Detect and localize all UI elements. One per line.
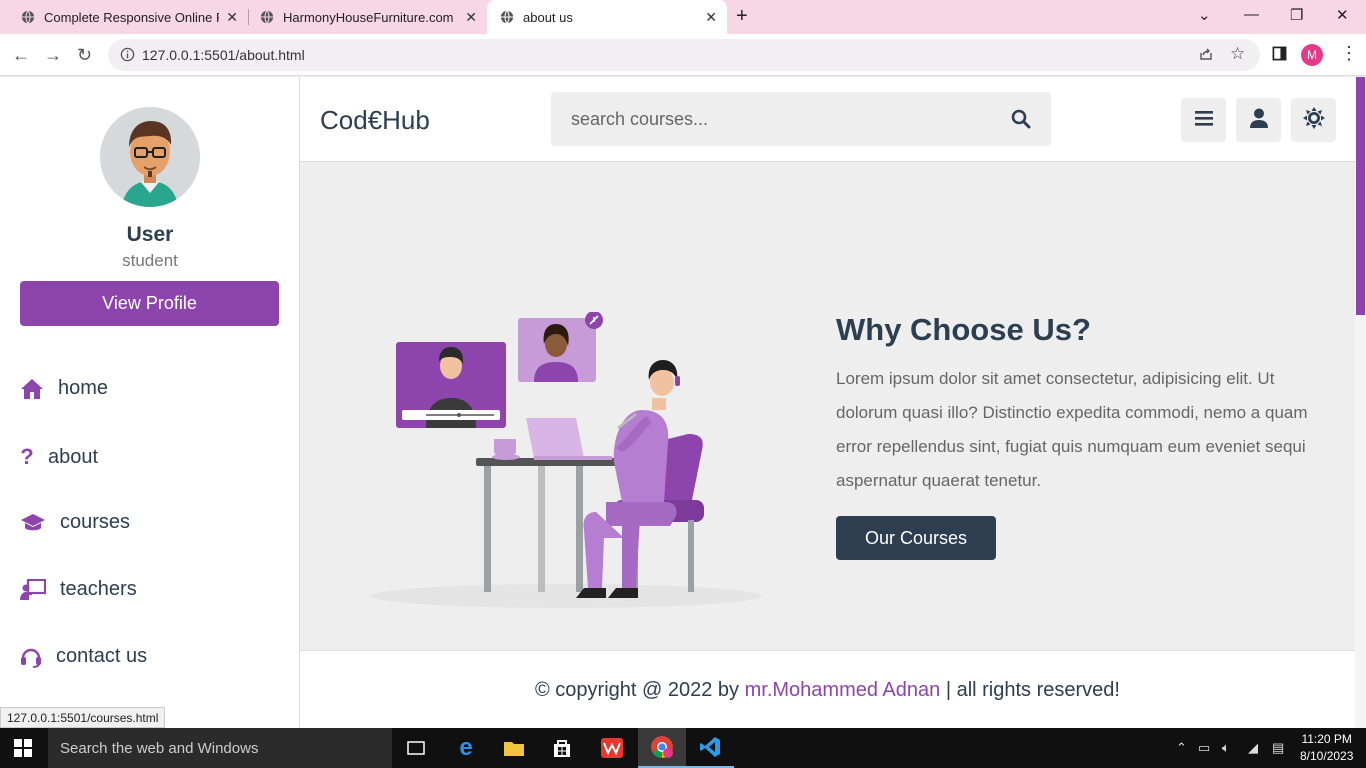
volume-icon[interactable]: 🔈︎ bbox=[1222, 740, 1230, 756]
copyright-prefix: © copyright @ 2022 by bbox=[535, 679, 745, 701]
url-text: 127.0.0.1:5501/about.html bbox=[142, 47, 305, 63]
search-placeholder: search courses... bbox=[571, 109, 709, 129]
store-icon[interactable] bbox=[538, 728, 586, 768]
windows-start-icon[interactable] bbox=[14, 739, 32, 762]
hamburger-icon bbox=[1194, 110, 1213, 131]
side-panel-icon[interactable] bbox=[1272, 46, 1287, 66]
question-icon: ? bbox=[20, 444, 34, 469]
sidebar-item-home[interactable]: home bbox=[20, 377, 108, 400]
chrome-icon[interactable] bbox=[638, 728, 686, 768]
taskbar-search-placeholder: Search the web and Windows bbox=[60, 740, 259, 757]
globe-icon bbox=[20, 9, 36, 25]
avatar bbox=[100, 107, 200, 207]
tab-bar: Complete Responsive Online Perf ✕ Harmon… bbox=[0, 0, 1366, 34]
our-courses-button[interactable]: Our Courses bbox=[836, 516, 996, 560]
sidebar-item-label: about bbox=[48, 445, 99, 468]
new-tab-icon[interactable]: + bbox=[736, 5, 748, 28]
wps-office-icon[interactable] bbox=[588, 728, 636, 768]
tab-title: HarmonyHouseFurniture.com bbox=[283, 9, 454, 25]
edge-icon[interactable]: e bbox=[442, 728, 490, 768]
close-tab-icon[interactable]: ✕ bbox=[226, 9, 238, 26]
forward-icon[interactable]: → bbox=[44, 45, 62, 66]
info-icon[interactable] bbox=[120, 47, 135, 67]
taskbar-search[interactable]: Search the web and Windows bbox=[48, 728, 392, 768]
section-text: Lorem ipsum dolor sit amet consectetur, … bbox=[836, 369, 1308, 490]
copyright-suffix: | all rights reserved! bbox=[940, 679, 1120, 701]
wifi-icon[interactable]: ◢ bbox=[1248, 740, 1258, 756]
link-status-bar: 127.0.0.1:5501/courses.html bbox=[0, 707, 166, 728]
search-input[interactable]: search courses... bbox=[551, 92, 1051, 146]
sidebar-item-label: teachers bbox=[60, 578, 137, 600]
tab-3-active[interactable]: about us ✕ bbox=[487, 0, 727, 34]
sidebar-item-label: home bbox=[58, 377, 109, 399]
browser-toolbar: ← → ↻ 127.0.0.1:5501/about.html ☆ M ⋮ bbox=[0, 34, 1366, 76]
vscode-icon[interactable] bbox=[686, 728, 734, 768]
close-tab-icon[interactable]: ✕ bbox=[705, 9, 717, 26]
notification-icon[interactable]: ▤ bbox=[1272, 740, 1284, 756]
clock-time: 11:20 PM bbox=[1301, 732, 1352, 746]
headset-icon bbox=[20, 646, 42, 668]
windows-taskbar: Search the web and Windows e ⌃ ▭ 🔈︎ ◢ ▤ … bbox=[0, 728, 1366, 768]
file-explorer-icon[interactable] bbox=[490, 728, 538, 768]
user-name: User bbox=[126, 223, 174, 246]
menu-button[interactable] bbox=[1181, 98, 1226, 142]
sidebar-item-teachers[interactable]: teachers bbox=[20, 578, 137, 601]
tab-1[interactable]: Complete Responsive Online Perf ✕ bbox=[0, 0, 248, 34]
view-profile-button[interactable]: View Profile bbox=[20, 281, 279, 326]
menu-kebab-icon[interactable]: ⋮ bbox=[1340, 43, 1358, 64]
user-role: student bbox=[122, 251, 178, 270]
battery-icon[interactable]: ▭ bbox=[1198, 740, 1210, 756]
reload-icon[interactable]: ↻ bbox=[77, 45, 92, 66]
sidebar: User student View Profile home ? about c… bbox=[0, 77, 300, 728]
address-bar[interactable]: 127.0.0.1:5501/about.html ☆ bbox=[108, 39, 1260, 71]
sidebar-item-courses[interactable]: courses bbox=[20, 511, 130, 534]
back-icon[interactable]: ← bbox=[12, 45, 30, 66]
share-icon[interactable] bbox=[1198, 46, 1214, 67]
taskbar-clock[interactable]: 11:20 PM 8/10/2023 bbox=[1300, 731, 1353, 765]
globe-icon bbox=[499, 9, 515, 25]
tab-title: about us bbox=[523, 9, 573, 25]
scrollbar-thumb[interactable] bbox=[1356, 77, 1365, 315]
site-footer: © copyright @ 2022 by mr.Mohammed Adnan … bbox=[300, 650, 1355, 728]
author-name: mr.Mohammed Adnan bbox=[744, 679, 941, 701]
page-scrollbar[interactable] bbox=[1355, 77, 1366, 728]
section-heading: Why Choose Us? bbox=[836, 312, 1091, 347]
clock-date: 8/10/2023 bbox=[1300, 749, 1354, 763]
tray-chevron-icon[interactable]: ⌃ bbox=[1176, 740, 1187, 756]
user-icon bbox=[1249, 108, 1268, 133]
copyright-text: © copyright @ 2022 by mr.Mohammed Adnan … bbox=[300, 679, 1355, 702]
globe-icon bbox=[259, 9, 275, 25]
sidebar-item-about[interactable]: ? about bbox=[20, 444, 98, 470]
close-window-icon[interactable]: ✕ bbox=[1336, 6, 1349, 24]
chalkboard-teacher-icon bbox=[20, 578, 46, 601]
profile-avatar[interactable]: M bbox=[1301, 44, 1323, 66]
tab-2[interactable]: HarmonyHouseFurniture.com ✕ bbox=[239, 0, 487, 34]
user-button[interactable] bbox=[1236, 98, 1281, 142]
search-icon[interactable] bbox=[1011, 109, 1031, 134]
sidebar-item-label: contact us bbox=[56, 645, 148, 667]
logo[interactable]: Cod€Hub bbox=[320, 105, 430, 136]
sidebar-item-contact[interactable]: contact us bbox=[20, 645, 147, 668]
sun-icon bbox=[1302, 106, 1325, 134]
tab-title: Complete Responsive Online Perf bbox=[44, 9, 219, 25]
home-icon bbox=[20, 378, 44, 400]
close-tab-icon[interactable]: ✕ bbox=[465, 9, 477, 26]
theme-toggle-button[interactable] bbox=[1291, 98, 1336, 142]
minimize-icon[interactable]: — bbox=[1244, 6, 1259, 23]
task-view-icon[interactable] bbox=[392, 728, 440, 768]
restore-icon[interactable]: ❐ bbox=[1290, 6, 1303, 24]
site-header: Cod€Hub search courses... bbox=[300, 77, 1355, 162]
about-illustration bbox=[366, 311, 766, 617]
chevron-down-icon[interactable]: ⌄ bbox=[1198, 6, 1211, 24]
bookmark-star-icon[interactable]: ☆ bbox=[1230, 44, 1245, 64]
graduation-cap-icon bbox=[20, 513, 46, 533]
sidebar-item-label: courses bbox=[60, 511, 131, 533]
about-section: Why Choose Us? Lorem ipsum dolor sit ame… bbox=[300, 162, 1355, 650]
